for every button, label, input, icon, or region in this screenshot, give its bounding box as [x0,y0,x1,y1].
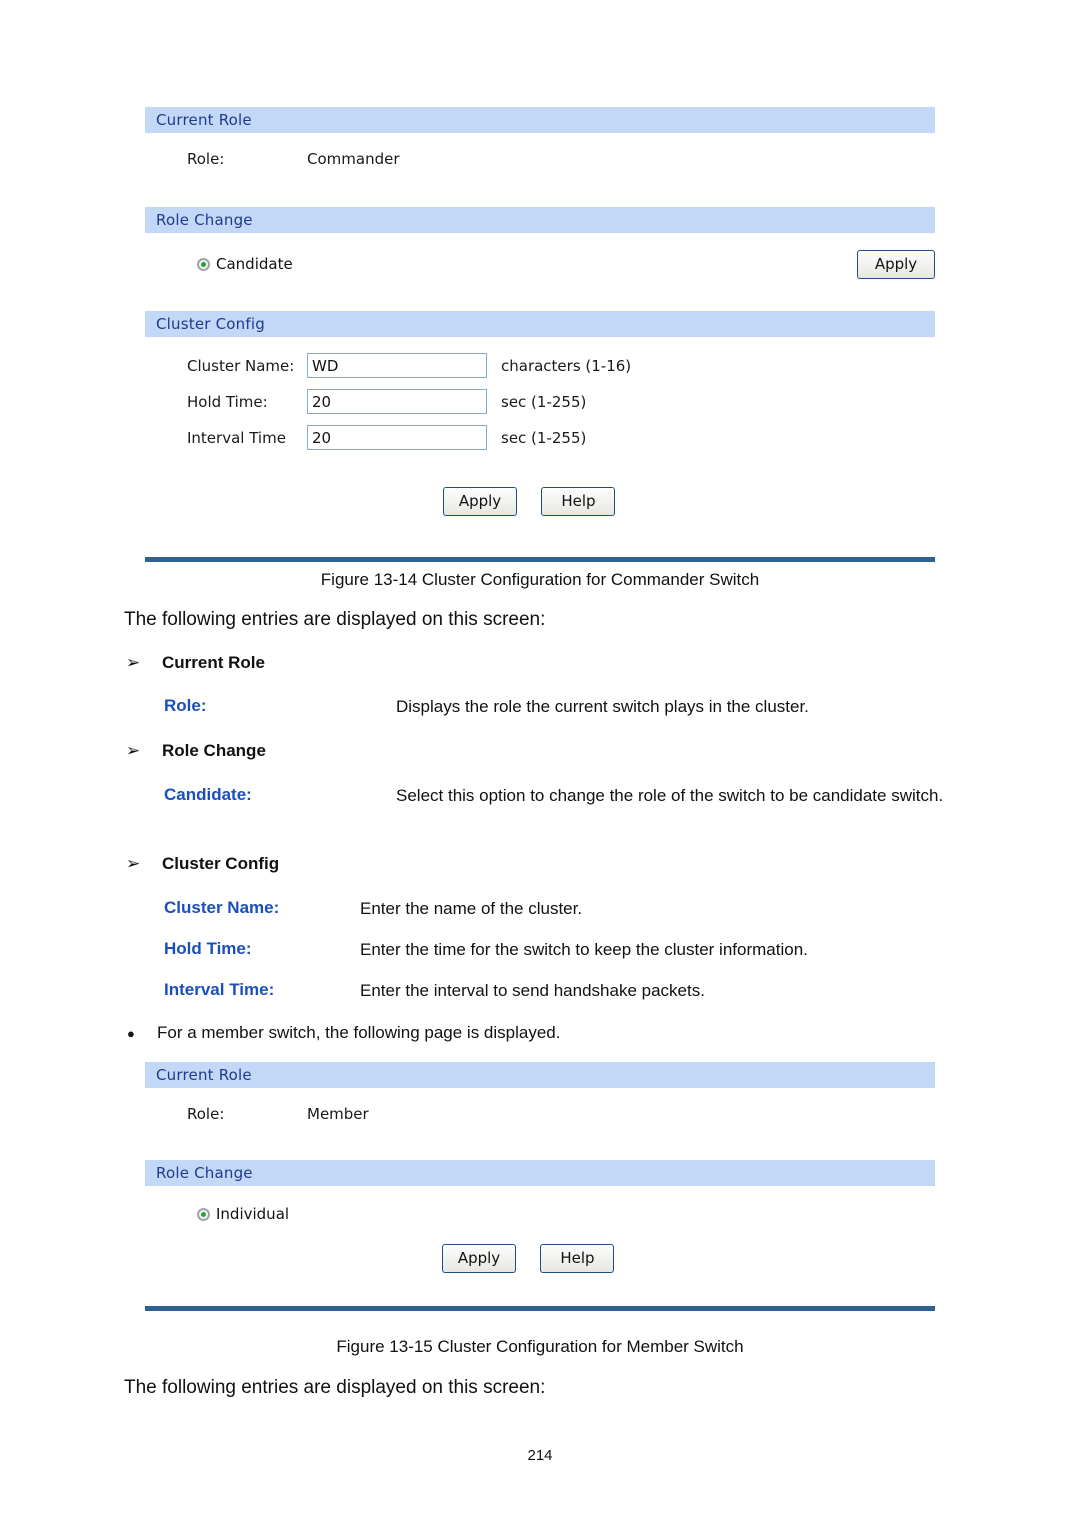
role-label: Role: [187,150,225,168]
entry-term-hold-time: Hold Time: [164,939,252,958]
radio-candidate[interactable]: Candidate [197,255,293,273]
group-heading-current-role: ➢ Current Role [126,653,265,673]
entry-desc-cluster-name: Enter the name of the cluster. [360,899,583,918]
section-header-current-role-2: Current Role [145,1062,935,1088]
group-heading-role-change: ➢ Role Change [126,741,266,761]
apply-button-cluster-config[interactable]: Apply [443,487,517,516]
entry-desc-role: Displays the role the current switch pla… [396,697,809,716]
group-heading-text: Role Change [162,741,266,760]
round-bullet-icon: ● [127,1026,135,1041]
member-switch-note-text: For a member switch, the following page … [157,1023,561,1042]
role-value-2: Member [307,1105,369,1123]
section-title-text: Role Change [156,1164,253,1182]
entry-term-candidate: Candidate: [164,785,252,804]
help-button-cluster-config[interactable]: Help [541,487,616,516]
interval-time-input[interactable] [307,425,487,450]
cluster-name-label: Cluster Name: [187,356,295,375]
entry-hold-time: Hold Time: Enter the time for the switch… [164,939,808,962]
page-number: 214 [527,1447,553,1464]
section-header-role-change: Role Change [145,207,935,233]
entry-cluster-name: Cluster Name: Enter the name of the clus… [164,898,582,921]
section-title-text: Role Change [156,211,253,229]
panel-bottom-rule [145,557,935,562]
radio-individual-label: Individual [216,1205,290,1223]
radio-candidate-label: Candidate [216,255,293,273]
apply-button-member[interactable]: Apply [442,1244,516,1273]
entry-term-role: Role: [164,696,207,715]
role-change-body: Candidate Apply [145,233,935,311]
radio-selected-icon [197,1207,210,1221]
arrow-bullet-icon: ➢ [126,854,141,873]
figure-caption-13-14: Figure 13-14 Cluster Configuration for C… [320,570,760,589]
help-button-member[interactable]: Help [540,1244,615,1273]
section-header-role-change-2: Role Change [145,1160,935,1186]
role-value: Commander [307,150,400,168]
radio-individual[interactable]: Individual [197,1205,289,1223]
role-change-body-2: Individual Apply Help [145,1186,935,1306]
commander-switch-ui-screenshot: Current Role Role: Commander Role Change… [145,107,935,562]
entry-desc-hold-time: Enter the time for the switch to keep th… [360,940,808,959]
entry-role: Role: Displays the role the current swit… [164,696,809,719]
role-row: Role: Commander [145,133,935,168]
member-switch-note: ● For a member switch, the following page… [127,1023,560,1043]
figure-caption-13-15: Figure 13-15 Cluster Configuration for M… [336,1337,744,1356]
current-role-body-2: Role: Member [145,1088,935,1160]
section-header-current-role: Current Role [145,107,935,133]
apply-button-role-change[interactable]: Apply [857,250,935,279]
field-row-hold-time: Hold Time: sec (1-255) [145,378,935,414]
panel-bottom-rule-2 [145,1306,935,1311]
current-role-body: Role: Commander [145,133,935,207]
field-row-interval-time: Interval Time sec (1-255) [145,414,935,450]
radio-selected-icon [197,257,210,271]
hold-time-label: Hold Time: [187,392,268,411]
entry-term-interval-time: Interval Time: [164,980,275,999]
arrow-bullet-icon: ➢ [126,741,141,760]
section-header-cluster-config: Cluster Config [145,311,935,337]
group-heading-cluster-config: ➢ Cluster Config [126,854,279,874]
role-row-2: Role: Member [145,1088,935,1123]
hold-time-hint: sec (1-255) [501,392,587,411]
role-label-2: Role: [187,1105,225,1123]
field-row-cluster-name: Cluster Name: characters (1-16) [145,337,935,378]
member-switch-ui-screenshot: Current Role Role: Member Role Change In… [145,1062,935,1311]
interval-time-hint: sec (1-255) [501,428,587,447]
entry-term-cluster-name: Cluster Name: [164,898,280,917]
group-heading-text: Cluster Config [162,854,280,873]
intro-paragraph-2: The following entries are displayed on t… [124,1377,546,1398]
entry-desc-interval-time: Enter the interval to send handshake pac… [360,981,705,1000]
interval-time-label: Interval Time [187,428,286,447]
cluster-name-hint: characters (1-16) [501,356,632,375]
entry-candidate: Candidate: Select this option to change … [164,785,966,808]
document-page: Current Role Role: Commander Role Change… [0,0,1080,1527]
cluster-name-input[interactable] [307,353,487,378]
cluster-config-button-bar: Apply Help [443,487,616,516]
hold-time-input[interactable] [307,389,487,414]
entry-desc-candidate: Select this option to change the role of… [396,786,944,805]
group-heading-text: Current Role [162,653,265,672]
member-button-bar: Apply Help [442,1244,615,1273]
intro-paragraph-1: The following entries are displayed on t… [124,609,546,630]
section-title-text: Current Role [156,1066,252,1084]
entry-interval-time: Interval Time: Enter the interval to sen… [164,980,705,1003]
section-title-text: Cluster Config [156,315,265,333]
cluster-config-body: Cluster Name: characters (1-16) Hold Tim… [145,337,935,516]
section-title-text: Current Role [156,111,252,129]
arrow-bullet-icon: ➢ [126,653,141,672]
